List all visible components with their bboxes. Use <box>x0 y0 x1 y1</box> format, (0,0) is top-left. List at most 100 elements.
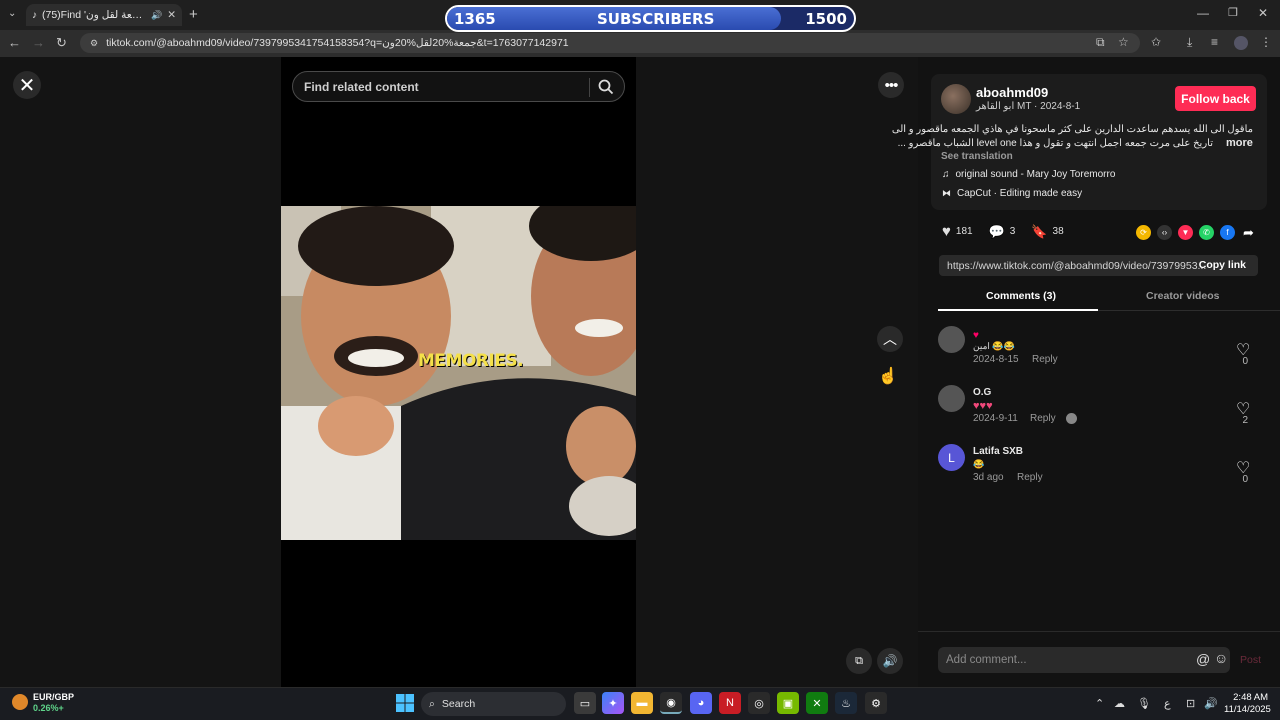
chrome-icon[interactable]: ◉ <box>660 692 682 714</box>
video-caption-overlay: MEMORIES. <box>418 351 524 371</box>
speaker-icon: 🔊 <box>882 654 898 668</box>
comment-avatar[interactable]: L <box>938 444 965 471</box>
comment-action[interactable]: 💬 3 <box>989 224 1016 240</box>
window-minimize-icon[interactable]: — <box>1197 6 1209 20</box>
reload-icon[interactable]: ↻ <box>56 35 67 51</box>
comment-avatar[interactable] <box>938 385 965 412</box>
onedrive-cloud-icon[interactable]: ☁ <box>1114 697 1125 710</box>
volume-button[interactable]: 🔊 <box>877 648 903 674</box>
like-action[interactable]: ♥ 181 <box>942 223 973 240</box>
subscriber-goal-overlay: 1365 SUBSCRIBERS 1500 <box>445 5 856 32</box>
file-explorer-icon[interactable]: ▬ <box>631 692 653 714</box>
nvidia-icon[interactable]: ▣ <box>777 692 799 714</box>
tab-close-icon[interactable]: ✕ <box>167 9 176 21</box>
comment-count: 3 <box>1009 226 1016 237</box>
taskbar-search[interactable]: ⌕ Search <box>421 692 566 716</box>
new-tab-plus-icon[interactable]: + <box>189 6 198 23</box>
steam-icon[interactable]: ♨ <box>835 692 857 714</box>
description-more-link[interactable]: more <box>1226 137 1253 149</box>
tab-creator-videos[interactable]: Creator videos <box>1146 290 1220 302</box>
install-app-icon[interactable]: ⧉ <box>1096 35 1105 50</box>
share-arrow-icon[interactable]: ➦ <box>1241 225 1256 240</box>
browser-menu-icon[interactable]: ⋮ <box>1260 35 1272 49</box>
window-maximize-icon[interactable]: ❐ <box>1228 6 1238 19</box>
url-text: tiktok.com/@aboahmd09/video/739799534175… <box>106 37 569 49</box>
comment-avatar[interactable] <box>938 326 965 353</box>
window-close-icon[interactable]: ✕ <box>1258 6 1268 20</box>
author-username[interactable]: aboahmd09 <box>976 85 1048 100</box>
see-translation-link[interactable]: See translation <box>941 151 1013 162</box>
save-action[interactable]: 🔖 38 <box>1031 224 1063 240</box>
comment-reply-button[interactable]: Reply <box>1017 472 1043 483</box>
comment-author[interactable]: O.G <box>973 387 991 398</box>
video-link-box[interactable]: https://www.tiktok.com/@aboahmd09/video/… <box>939 255 1258 276</box>
related-search-input[interactable]: Find related content <box>292 71 625 102</box>
network-icon[interactable]: ⊡ <box>1186 697 1195 710</box>
tray-chevron-up-icon[interactable]: ⌃ <box>1095 697 1104 710</box>
volume-tray-icon[interactable]: 🔊 <box>1204 697 1218 710</box>
more-options-button[interactable]: ••• <box>878 72 904 98</box>
repost-icon[interactable]: ⟳ <box>1136 225 1151 240</box>
author-avatar[interactable] <box>941 84 971 114</box>
embed-icon[interactable]: ‹› <box>1157 225 1172 240</box>
taskbar-clock[interactable]: 2:48 AM 11/14/2025 <box>1224 692 1271 716</box>
close-video-button[interactable]: ✕ <box>13 71 41 99</box>
site-info-icon[interactable]: ⚙ <box>90 38 98 49</box>
microphone-icon[interactable]: 🎙 <box>1137 697 1151 710</box>
pip-icon: ⧉ <box>855 654 863 667</box>
obs-icon[interactable]: ◎ <box>748 692 770 714</box>
capcut-row[interactable]: ⧓ CapCut · Editing made easy <box>942 188 1082 199</box>
floating-player-button[interactable]: ⧉ <box>846 648 872 674</box>
tab-list-chevron-icon[interactable]: ⌄ <box>8 8 16 19</box>
whatsapp-icon[interactable]: ✆ <box>1199 225 1214 240</box>
comment-date: 2024-8-15 <box>973 354 1019 365</box>
tiktok-favicon-icon: ♪ <box>32 9 37 21</box>
tab-audio-icon[interactable]: 🔊 <box>151 10 162 21</box>
fx-widget-icon[interactable] <box>12 694 28 710</box>
comment-author[interactable]: Latifa SXB <box>973 446 1023 457</box>
tab-comments[interactable]: Comments (3) <box>986 290 1056 302</box>
browser-tab-active[interactable]: ♪ (75)Find 'جمعة لقل ون' on T 🔊 ✕ <box>26 4 182 26</box>
video-frame: MEMORIES. <box>281 206 636 540</box>
discord-icon[interactable]: ◕ <box>690 692 712 714</box>
post-comment-button[interactable]: Post <box>1240 654 1261 666</box>
share-icons: ⟳ ‹› ▼ ✆ f ➦ <box>1136 225 1256 240</box>
video-description-line-2: تاريخ على مرت جمعه اجمل انتهت و تقول و ه… <box>897 138 1213 149</box>
mention-icon[interactable]: @ <box>1196 651 1210 667</box>
xbox-icon[interactable]: ✕ <box>806 692 828 714</box>
previous-video-button[interactable]: ︿ <box>877 326 903 352</box>
facebook-icon[interactable]: f <box>1220 225 1235 240</box>
heart-icon: ♥ <box>942 223 951 240</box>
netflix-icon[interactable]: N <box>719 692 741 714</box>
music-row[interactable]: ♫ original sound - Mary Joy Toremorro <box>942 169 1115 180</box>
taskbar-search-label: Search <box>441 698 476 710</box>
add-comment-input[interactable]: Add comment... @ ☺ <box>938 647 1230 673</box>
reading-list-icon[interactable]: ≡ <box>1211 35 1218 49</box>
downloads-icon[interactable]: ⤓ <box>1187 35 1192 50</box>
search-divider <box>589 78 590 97</box>
fx-pair: EUR/GBP <box>33 692 75 702</box>
copilot-icon[interactable]: ✦ <box>602 692 624 714</box>
copy-link-button[interactable]: Copy link <box>1199 259 1246 271</box>
back-arrow-icon[interactable]: ← <box>8 35 21 50</box>
settings-gear-icon[interactable]: ⚙ <box>865 692 887 714</box>
comment-like-count: 2 <box>1242 415 1248 426</box>
profile-avatar[interactable] <box>1234 36 1248 50</box>
close-icon: ✕ <box>18 74 36 97</box>
tab-title: (75)Find 'جمعة لقل ون' on T <box>42 9 146 21</box>
forward-arrow-icon[interactable]: → <box>32 35 45 50</box>
comment-date: 2024-9-11 <box>973 413 1018 424</box>
bookmark-star-icon[interactable]: ☆ <box>1118 35 1129 49</box>
emoji-icon[interactable]: ☺ <box>1214 650 1228 666</box>
start-button[interactable] <box>394 692 416 714</box>
extensions-icon[interactable]: ✩ <box>1151 35 1161 49</box>
task-view-icon[interactable]: ▭ <box>574 692 596 714</box>
comment-reply-button[interactable]: Reply <box>1030 413 1056 424</box>
follow-back-button[interactable]: Follow back <box>1175 86 1256 111</box>
fx-widget[interactable]: EUR/GBP 0.26%+ <box>33 692 74 714</box>
address-bar[interactable]: ⚙ tiktok.com/@aboahmd09/video/7397995341… <box>80 33 1140 53</box>
search-icon[interactable] <box>598 79 614 95</box>
input-language-indicator[interactable]: ع <box>1164 697 1171 710</box>
comment-reply-button[interactable]: Reply <box>1032 354 1058 365</box>
send-friends-icon[interactable]: ▼ <box>1178 225 1193 240</box>
